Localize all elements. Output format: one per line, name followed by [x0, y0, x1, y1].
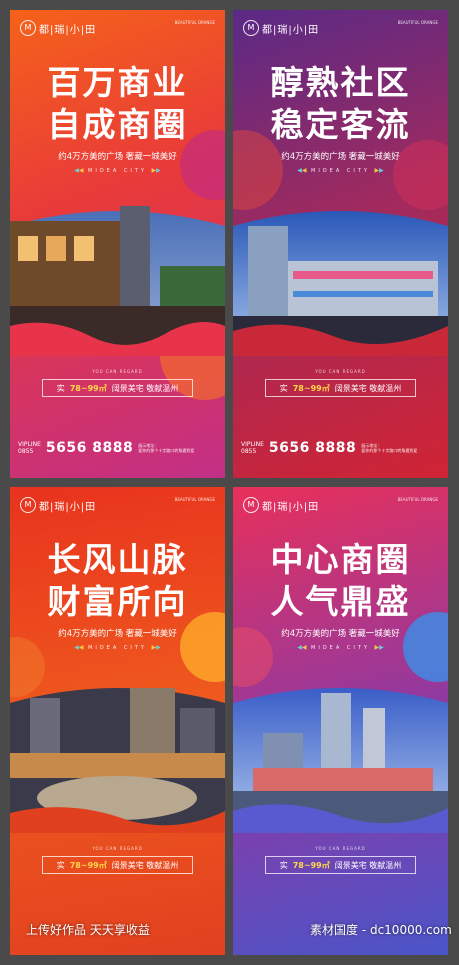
small-caption: YOU CAN REGARD [92, 846, 143, 851]
area-text: 阔景美宅 敬献温州 [111, 383, 179, 393]
vipline-label: VIPLINE [18, 441, 41, 448]
small-caption: YOU CAN REGARD [92, 369, 143, 374]
headline: 长风山脉 财富所向 [10, 539, 225, 623]
tagline: 约4万方美的广场 奢藏一城美好 [58, 629, 177, 639]
triangle-icon: ▶ [379, 167, 384, 174]
midea-label: MIDEA CITY [88, 645, 147, 651]
area-prefix: 实 [279, 860, 288, 870]
area-prefix: 实 [56, 860, 65, 870]
headline-line2: 财富所向 [47, 582, 188, 621]
address-text: 爱你的那个十字路口转角遇到爱 [138, 448, 195, 453]
brand-subtitle: BEAUTIFUL ORANGE [397, 20, 438, 25]
area-code: 0855 [241, 448, 257, 455]
brand-logo: M 都|瑞|小|田 [243, 497, 319, 513]
poster-card[interactable]: M 都|瑞|小|田 BEAUTIFUL ORANGE 百万商业 自成商圈 约4万… [10, 10, 225, 478]
headline-line2: 自成商圈 [47, 105, 188, 144]
midea-city: ◀◀ MIDEA CITY ▶▶ [233, 167, 448, 174]
brand-logo: M 都|瑞|小|田 [20, 20, 96, 36]
tagline: 约4万方美的广场 奢藏一城美好 [281, 629, 400, 639]
area-number: 78~99㎡ [69, 383, 107, 393]
area-code: 0855 [18, 448, 34, 455]
small-caption: YOU CAN REGARD [315, 846, 366, 851]
brand-subtitle: BEAUTIFUL ORANGE [174, 497, 215, 502]
poster-card[interactable]: M 都|瑞|小|田 BEAUTIFUL ORANGE 醇熟社区 稳定客流 约4万… [233, 10, 448, 478]
area-number: 78~99㎡ [292, 383, 330, 393]
midea-city: ◀◀ MIDEA CITY ▶▶ [10, 644, 225, 651]
midea-label: MIDEA CITY [311, 645, 370, 651]
logo-icon: M [243, 20, 259, 36]
logo-text: 都|瑞|小|田 [39, 24, 97, 36]
watermark-left: 上传好作品 天天享收益 [26, 923, 150, 937]
headline: 中心商圈 人气鼎盛 [233, 539, 448, 623]
address: 展示地址： 爱你的那个十字路口转角遇到爱 [138, 443, 194, 453]
brand-subtitle: BEAUTIFUL ORANGE [174, 20, 215, 25]
mall-photo [233, 206, 448, 356]
area-text: 阔景美宅 敬献温州 [334, 383, 402, 393]
area-number: 78~99㎡ [69, 860, 107, 870]
triangle-icon: ◀ [301, 644, 307, 651]
address-text: 爱你的那个十字路口转角遇到爱 [361, 448, 418, 453]
midea-city: ◀◀ MIDEA CITY ▶▶ [10, 167, 225, 174]
triangle-icon: ◀ [78, 644, 84, 651]
triangle-icon: ▶ [156, 167, 161, 174]
headline-line1: 中心商圈 [270, 540, 411, 579]
triangle-icon: ▶ [156, 644, 161, 651]
poster-card[interactable]: M 都|瑞|小|田 BEAUTIFUL ORANGE 长风山脉 财富所向 约4万… [10, 487, 225, 955]
headline-line1: 长风山脉 [47, 540, 188, 579]
plaza-photo [10, 683, 225, 833]
headline-line1: 百万商业 [47, 63, 188, 102]
triangle-icon: ▶ [379, 644, 384, 651]
triangle-icon: ◀ [78, 167, 84, 174]
brand-logo: M 都|瑞|小|田 [20, 497, 96, 513]
logo-icon: M [20, 20, 36, 36]
area-banner: 实 78~99㎡ 阔景美宅 敬献温州 [265, 856, 416, 874]
vipline: VIPLINE 0855 [241, 441, 264, 455]
address: 展示地址： 爱你的那个十字路口转角遇到爱 [361, 443, 417, 453]
logo-text: 都|瑞|小|田 [39, 501, 97, 513]
area-number: 78~99㎡ [292, 860, 330, 870]
contact-footer: VIPLINE 0855 5656 8888 展示地址： 爱你的那个十字路口转角… [18, 440, 217, 456]
logo-text: 都|瑞|小|田 [262, 24, 320, 36]
street-photo [10, 206, 225, 356]
logo-text: 都|瑞|小|田 [262, 501, 320, 513]
vipline-label: VIPLINE [241, 441, 264, 448]
headline: 醇熟社区 稳定客流 [233, 62, 448, 146]
area-text: 阔景美宅 敬献温州 [111, 860, 179, 870]
cityscape-photo [233, 683, 448, 833]
area-prefix: 实 [279, 383, 288, 393]
triangle-icon: ◀ [301, 167, 307, 174]
vipline: VIPLINE 0855 [18, 441, 41, 455]
tagline: 约4万方美的广场 奢藏一城美好 [281, 152, 400, 162]
brand-logo: M 都|瑞|小|田 [243, 20, 319, 36]
headline-line1: 醇熟社区 [270, 63, 411, 102]
brand-subtitle: BEAUTIFUL ORANGE [397, 497, 438, 502]
logo-icon: M [243, 497, 259, 513]
headline-line2: 稳定客流 [270, 105, 411, 144]
area-banner: 实 78~99㎡ 阔景美宅 敬献温州 [42, 856, 193, 874]
midea-city: ◀◀ MIDEA CITY ▶▶ [233, 644, 448, 651]
logo-icon: M [20, 497, 36, 513]
area-banner: 实 78~99㎡ 阔景美宅 敬献温州 [42, 379, 193, 397]
headline: 百万商业 自成商圈 [10, 62, 225, 146]
poster-card[interactable]: M 都|瑞|小|田 BEAUTIFUL ORANGE 中心商圈 人气鼎盛 约4万… [233, 487, 448, 955]
area-text: 阔景美宅 敬献温州 [334, 860, 402, 870]
small-caption: YOU CAN REGARD [315, 369, 366, 374]
tagline: 约4万方美的广场 奢藏一城美好 [58, 152, 177, 162]
area-banner: 实 78~99㎡ 阔景美宅 敬献温州 [265, 379, 416, 397]
headline-line2: 人气鼎盛 [270, 582, 411, 621]
watermark-right: 素材国度 - dc10000.com [310, 923, 452, 937]
contact-footer: VIPLINE 0855 5656 8888 展示地址： 爱你的那个十字路口转角… [241, 440, 440, 456]
phone-number[interactable]: 5656 8888 [269, 440, 356, 456]
area-prefix: 实 [56, 383, 65, 393]
midea-label: MIDEA CITY [311, 168, 370, 174]
midea-label: MIDEA CITY [88, 168, 147, 174]
phone-number[interactable]: 5656 8888 [46, 440, 133, 456]
